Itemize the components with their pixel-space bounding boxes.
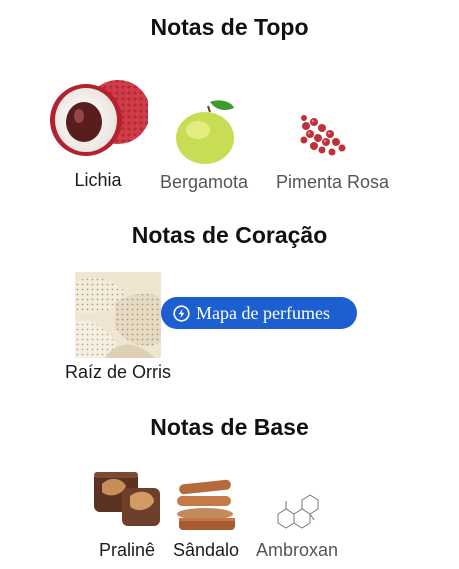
note-label: Bergamota xyxy=(159,172,249,192)
sandalwood-icon xyxy=(177,479,235,530)
section-title-top-notes: Notas de Topo xyxy=(150,14,309,40)
note-ambroxan[interactable]: Ambroxan xyxy=(256,490,338,560)
lychee-icon xyxy=(50,80,148,156)
note-label: Lichia xyxy=(74,170,122,190)
note-lychee[interactable]: Lichia xyxy=(48,72,148,192)
section-title-base-notes: Notas de Base xyxy=(150,414,309,440)
ambroxan-molecule-icon xyxy=(277,494,319,529)
perfume-map-label: Mapa de perfumes xyxy=(196,302,330,323)
note-label: Pimenta Rosa xyxy=(276,172,390,192)
pink-pepper-icon xyxy=(300,115,346,156)
note-pink-pepper[interactable]: Pimenta Rosa xyxy=(276,112,389,192)
note-label: Raíz de Orris xyxy=(64,362,172,382)
lightning-circle-icon xyxy=(173,304,190,322)
praline-icon xyxy=(94,472,160,526)
section-title-heart-notes: Notas de Coração xyxy=(131,222,328,248)
note-praline[interactable]: Pralinê xyxy=(92,466,162,560)
note-sandalwood[interactable]: Sândalo xyxy=(173,478,239,560)
orris-root-icon xyxy=(75,272,161,358)
note-label: Sândalo xyxy=(172,540,240,560)
note-bergamot[interactable]: Bergamota xyxy=(160,98,248,192)
bergamot-icon xyxy=(176,100,234,164)
note-label: Ambroxan xyxy=(255,540,339,560)
perfume-map-button[interactable]: Mapa de perfumes xyxy=(161,297,357,329)
note-orris-root[interactable]: Raíz de Orris xyxy=(65,272,171,384)
